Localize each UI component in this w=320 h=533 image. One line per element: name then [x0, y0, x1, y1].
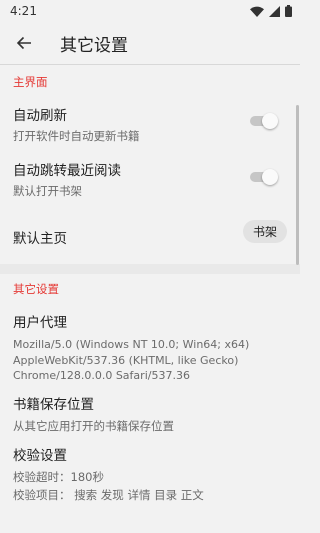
status-icons: [250, 5, 292, 17]
scrollbar[interactable]: [296, 105, 299, 265]
auto-refresh-summary: 打开软件时自动更新书籍: [13, 129, 140, 143]
status-time: 4:21: [10, 4, 37, 18]
auto-jump-summary: 默认打开书架: [13, 184, 82, 198]
check-settings-title: 校验设置: [13, 448, 67, 464]
user-agent-pref[interactable]: 用户代理 Mozilla/5.0 (Windows NT 10.0; Win64…: [0, 304, 300, 386]
app-bar: 其它设置: [0, 22, 300, 64]
auto-refresh-pref[interactable]: 自动刷新 打开软件时自动更新书籍: [0, 97, 300, 157]
user-agent-summary: Mozilla/5.0 (Windows NT 10.0; Win64; x64…: [13, 338, 250, 383]
auto-jump-switch[interactable]: [248, 169, 278, 185]
check-settings-pref[interactable]: 校验设置 校验超时：180秒 校验项目： 搜索 发现 详情 目录 正文: [0, 438, 300, 503]
arrow-back-icon: [16, 36, 31, 50]
user-agent-title: 用户代理: [13, 315, 67, 331]
signal-icon: [269, 5, 280, 17]
switch-thumb: [262, 169, 278, 185]
status-bar: 4:21: [0, 0, 300, 22]
other-settings-section: 其它设置 用户代理 Mozilla/5.0 (Windows NT 10.0; …: [0, 274, 300, 503]
book-storage-pref[interactable]: 书籍保存位置 从其它应用打开的书籍保存位置: [0, 386, 300, 438]
book-storage-title: 书籍保存位置: [13, 397, 94, 413]
auto-refresh-switch[interactable]: [248, 113, 278, 129]
app-bar-divider: [0, 64, 300, 65]
wifi-icon: [250, 6, 264, 17]
section-header-main: 主界面: [13, 75, 48, 89]
auto-jump-title: 自动跳转最近阅读: [13, 163, 121, 179]
page-title: 其它设置: [60, 35, 128, 56]
auto-jump-pref[interactable]: 自动跳转最近阅读 默认打开书架: [0, 157, 300, 215]
default-home-chip[interactable]: 书架: [243, 220, 287, 243]
book-storage-summary: 从其它应用打开的书籍保存位置: [13, 419, 174, 433]
check-timeout: 校验超时：180秒: [13, 470, 104, 484]
section-gap: [0, 264, 300, 274]
auto-refresh-title: 自动刷新: [13, 108, 67, 124]
back-button[interactable]: [12, 31, 36, 55]
check-items: 校验项目： 搜索 发现 详情 目录 正文: [13, 487, 204, 502]
switch-thumb: [262, 113, 278, 129]
battery-icon: [285, 5, 292, 17]
section-header-other: 其它设置: [13, 282, 59, 296]
